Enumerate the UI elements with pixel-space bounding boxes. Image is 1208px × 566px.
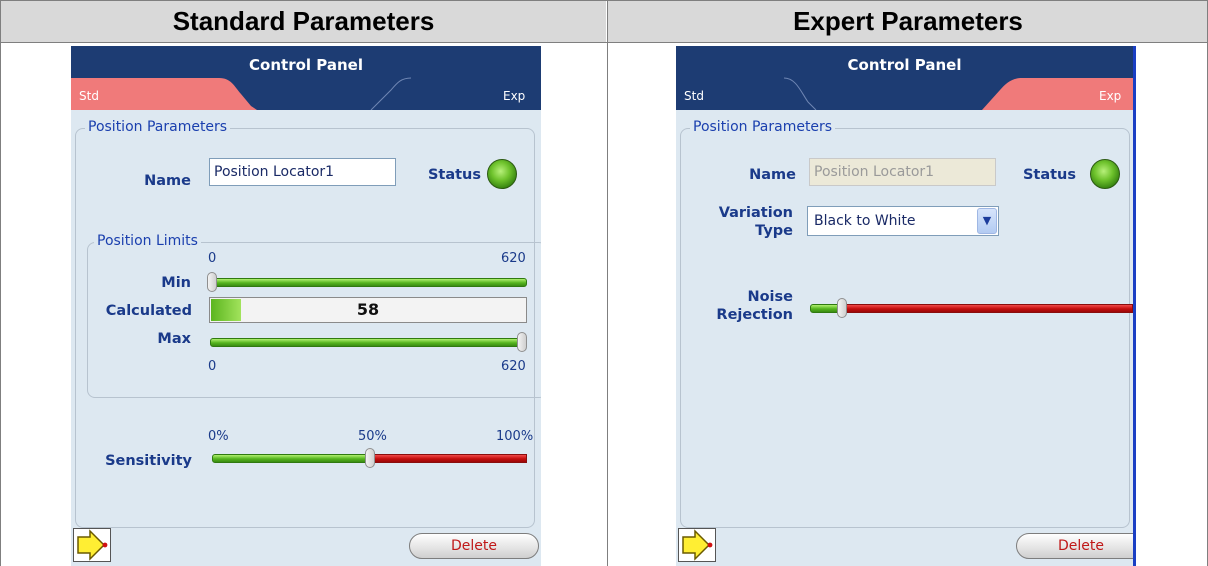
sensitivity-tick-50: 50%	[358, 429, 387, 444]
name-label: Name	[144, 173, 191, 189]
variation-label-line1: Variation	[718, 205, 793, 221]
variation-type-select[interactable]: Black to White ▼	[807, 206, 999, 236]
sensitivity-label: Sensitivity	[105, 453, 192, 469]
tab-exp[interactable]: Exp	[503, 89, 525, 103]
noise-rejection-label: Noise Rejection	[696, 288, 793, 324]
table-left-border	[0, 0, 1, 566]
delete-button[interactable]: Delete	[1016, 533, 1133, 559]
name-field[interactable]: Position Locator1	[209, 158, 396, 186]
variation-type-value: Black to White	[814, 213, 916, 229]
delete-button[interactable]: Delete	[409, 533, 539, 559]
title-bar: Control Panel Std Exp	[71, 46, 541, 110]
table-top-border	[0, 0, 1208, 1]
status-led-icon	[1090, 159, 1120, 189]
noise-label-line2: Rejection	[716, 307, 793, 323]
sensitivity-tick-0: 0%	[208, 429, 229, 444]
std-tab-edge	[783, 77, 817, 110]
position-parameters-group	[680, 128, 1130, 528]
tab-std[interactable]: Std	[79, 89, 99, 103]
calculated-label: Calculated	[105, 303, 192, 319]
expert-header: Expert Parameters	[608, 0, 1208, 42]
exit-arrow-icon[interactable]	[678, 528, 716, 562]
expert-control-panel: Control Panel Std Exp Position Parameter…	[676, 46, 1136, 566]
exit-arrow-glyph	[682, 529, 713, 561]
exit-arrow-glyph	[77, 529, 108, 561]
min-range-end: 620	[501, 251, 526, 266]
status-label: Status	[427, 167, 481, 183]
position-limits-legend: Position Limits	[94, 233, 201, 249]
sensitivity-slider-thumb[interactable]	[364, 448, 375, 468]
tab-std[interactable]: Std	[684, 89, 704, 103]
max-range-end: 620	[501, 359, 526, 374]
tab-exp[interactable]: Exp	[1099, 89, 1121, 103]
panel-title: Control Panel	[249, 56, 363, 74]
standard-control-panel: Control Panel Std Exp Position Parameter…	[71, 46, 541, 566]
min-range-start: 0	[208, 251, 217, 266]
min-slider-thumb[interactable]	[207, 272, 217, 292]
title-bar: Control Panel Std Exp	[676, 46, 1133, 110]
max-range-start: 0	[208, 359, 217, 374]
status-label: Status	[1022, 167, 1076, 183]
max-label: Max	[157, 331, 191, 347]
sensitivity-slider-high[interactable]	[369, 454, 527, 463]
exit-arrow-icon[interactable]	[73, 528, 111, 562]
chevron-down-icon[interactable]: ▼	[977, 208, 997, 234]
max-slider-thumb[interactable]	[517, 332, 527, 352]
calculated-value: 58	[356, 300, 380, 319]
min-label: Min	[161, 275, 191, 291]
standard-header: Standard Parameters	[1, 0, 606, 42]
noise-slider-high[interactable]	[842, 304, 1133, 313]
panel-title: Control Panel	[847, 56, 962, 74]
noise-slider-thumb[interactable]	[837, 298, 848, 318]
position-parameters-legend: Position Parameters	[85, 119, 231, 135]
sensitivity-slider-low[interactable]	[212, 454, 370, 463]
name-label: Name	[749, 167, 796, 183]
name-field[interactable]: Position Locator1	[809, 158, 996, 186]
calculated-progress: 58	[209, 297, 527, 323]
min-slider-track[interactable]	[210, 278, 527, 287]
variation-type-label: Variation Type	[696, 204, 793, 240]
exp-tab-edge	[370, 77, 412, 110]
noise-label-line1: Noise	[747, 289, 793, 305]
position-parameters-legend: Position Parameters	[690, 119, 836, 135]
column-divider	[607, 0, 608, 566]
sensitivity-tick-100: 100%	[496, 429, 534, 444]
header-divider	[0, 42, 1208, 43]
variation-label-line2: Type	[755, 223, 793, 239]
status-led-icon	[487, 159, 517, 189]
comparison-table: Standard Parameters Expert Parameters Co…	[0, 0, 1208, 566]
max-slider-track[interactable]	[210, 338, 527, 347]
